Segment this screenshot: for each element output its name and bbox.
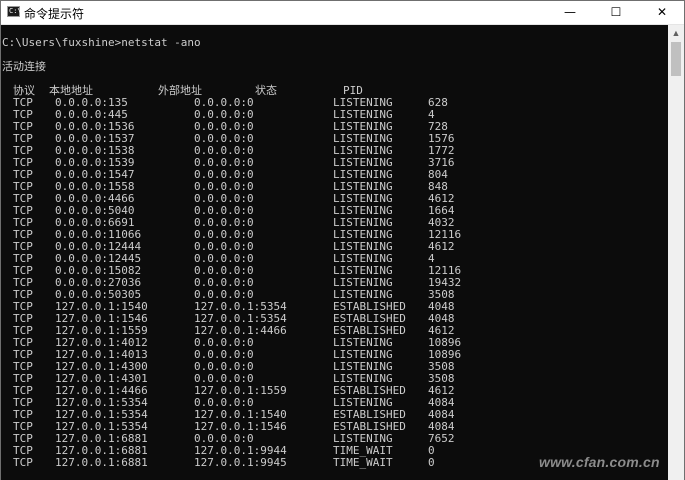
- window-title: 命令提示符: [24, 7, 85, 21]
- row-local-address: 127.0.0.1:6881: [55, 456, 148, 469]
- minimize-button[interactable]: —: [548, 1, 592, 24]
- section-title: 活动连接: [2, 60, 46, 73]
- console-output[interactable]: C:\Users\fuxshine>netstat -ano 活动连接 协议 本…: [1, 25, 668, 480]
- vertical-scrollbar[interactable]: ▲: [668, 25, 684, 480]
- command-prompt-window: C:\ 命令提示符 — ☐ ✕ C:\Users\fuxshine>netsta…: [0, 0, 685, 480]
- row-protocol: TCP: [13, 456, 33, 469]
- maximize-button[interactable]: ☐: [594, 1, 638, 24]
- row-pid: 0: [428, 456, 435, 469]
- cmd-app-icon[interactable]: C:\: [7, 6, 22, 17]
- cmd-app-icon-label: C:\: [9, 7, 22, 15]
- header-state: 状态: [255, 84, 277, 97]
- scroll-up-arrow-icon[interactable]: ▲: [668, 25, 684, 41]
- scroll-thumb[interactable]: [671, 42, 681, 76]
- row-state: TIME_WAIT: [333, 456, 393, 469]
- close-button[interactable]: ✕: [640, 1, 684, 24]
- watermark: www.cfan.com.cn: [539, 454, 660, 470]
- row-foreign-address: 127.0.0.1:9945: [194, 456, 287, 469]
- title-bar[interactable]: C:\ 命令提示符 — ☐ ✕: [1, 1, 684, 25]
- command-line: C:\Users\fuxshine>netstat -ano: [2, 36, 201, 49]
